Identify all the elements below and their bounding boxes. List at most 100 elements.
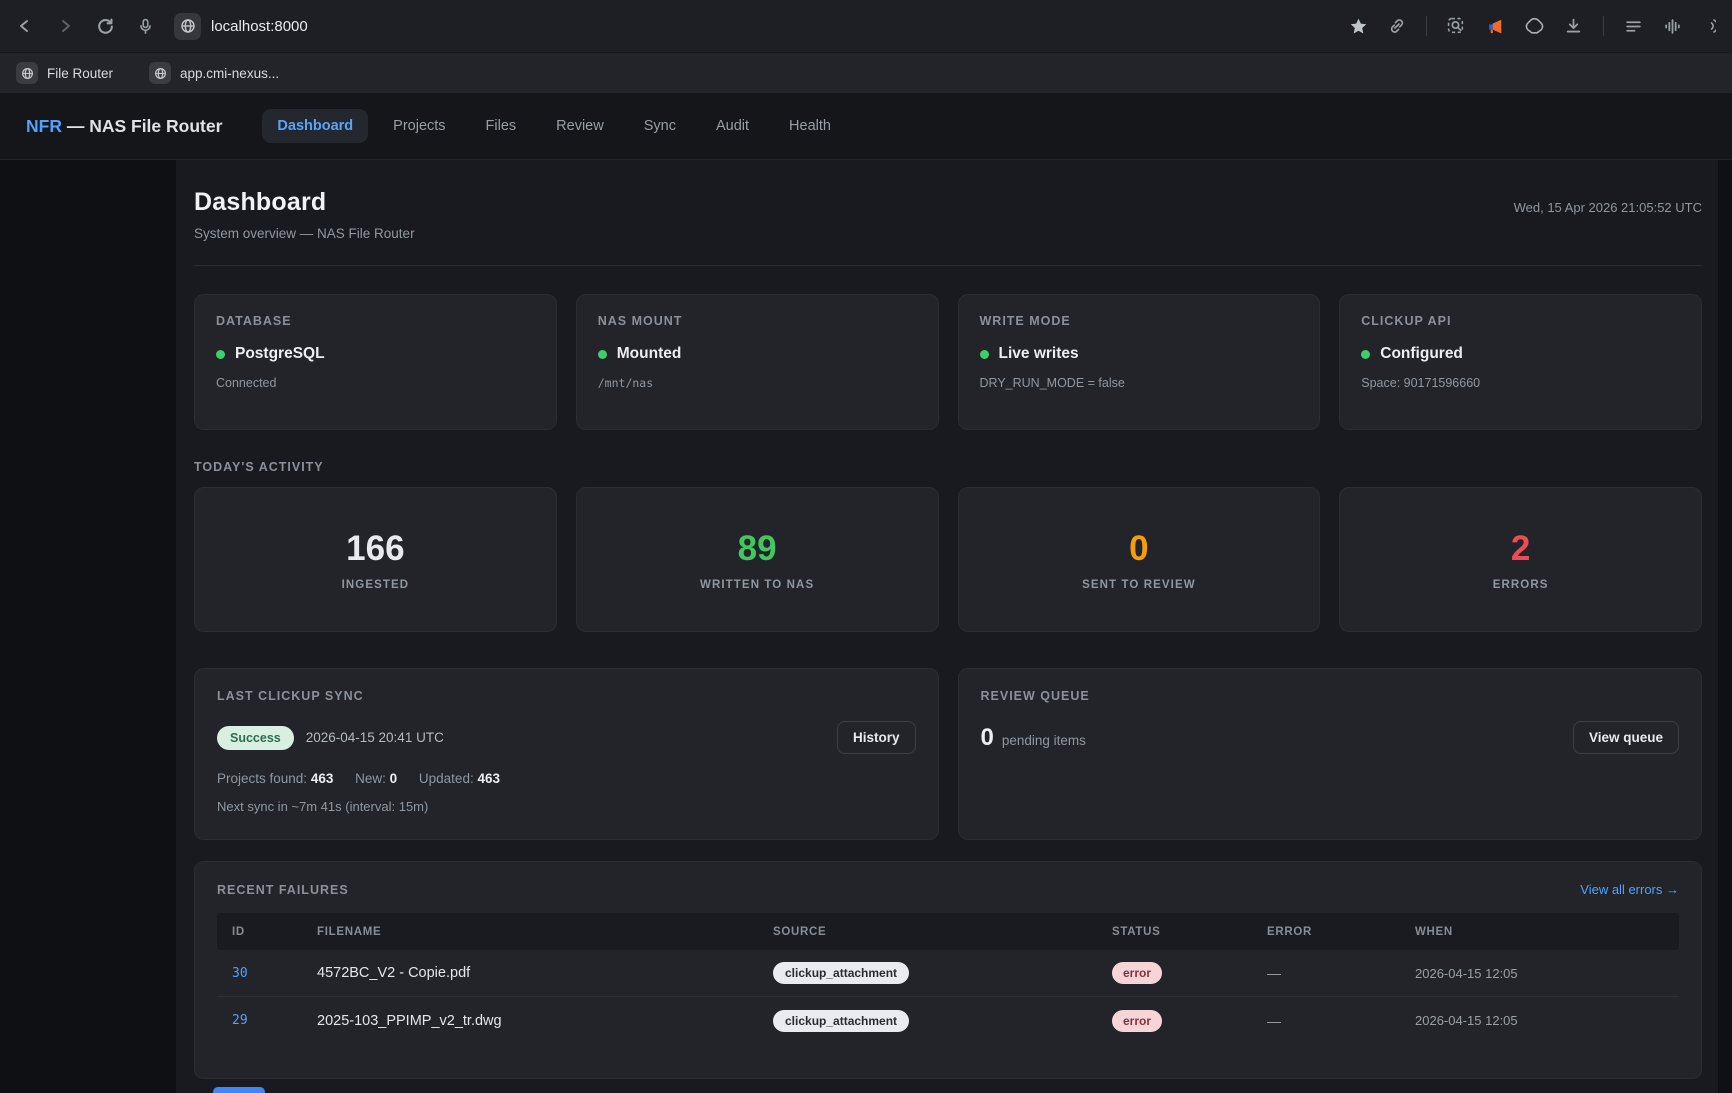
globe-icon bbox=[16, 62, 38, 84]
last-clickup-sync-card: LAST CLICKUP SYNC Success 2026-04-15 20:… bbox=[194, 668, 939, 840]
audio-eq-icon[interactable] bbox=[1663, 17, 1682, 36]
microphone-button[interactable] bbox=[137, 18, 154, 35]
col-error: ERROR bbox=[1252, 926, 1400, 938]
failure-id-link[interactable]: 29 bbox=[217, 1013, 302, 1028]
pending-count: 0 bbox=[981, 724, 994, 751]
view-queue-button[interactable]: View queue bbox=[1573, 721, 1679, 754]
site-globe-icon bbox=[174, 13, 201, 40]
stat-value: 89 bbox=[738, 529, 777, 569]
projects-found-value: 463 bbox=[311, 771, 334, 786]
reload-button[interactable] bbox=[96, 17, 115, 36]
view-all-errors-link[interactable]: View all errors → bbox=[1580, 882, 1679, 897]
status-detail: /mnt/nas bbox=[598, 376, 917, 390]
tab-health[interactable]: Health bbox=[774, 109, 846, 143]
stat-label: ERRORS bbox=[1493, 579, 1549, 591]
bottom-blue-indicator bbox=[213, 1087, 265, 1093]
app-brand: NFR — NAS File Router bbox=[26, 116, 222, 137]
main-area: Dashboard System overview — NAS File Rou… bbox=[0, 160, 1732, 1093]
download-icon[interactable] bbox=[1564, 17, 1583, 36]
status-cell: error bbox=[1097, 962, 1252, 984]
stat-card-ingested: 166 INGESTED bbox=[194, 487, 557, 632]
failure-when: 2026-04-15 12:05 bbox=[1400, 1013, 1679, 1028]
sync-timestamp: 2026-04-15 20:41 UTC bbox=[306, 730, 444, 745]
error-detail: — bbox=[1252, 1013, 1400, 1029]
tab-review[interactable]: Review bbox=[541, 109, 619, 143]
tab-files[interactable]: Files bbox=[471, 109, 532, 143]
bookmark-file-router[interactable]: File Router bbox=[16, 62, 113, 84]
utc-clock: Wed, 15 Apr 2026 21:05:52 UTC bbox=[1514, 200, 1702, 215]
extension-megaphone-icon[interactable] bbox=[1486, 17, 1505, 36]
failure-when: 2026-04-15 12:05 bbox=[1400, 966, 1679, 981]
status-card-database: DATABASE PostgreSQL Connected bbox=[194, 294, 557, 430]
failure-id-link[interactable]: 30 bbox=[217, 966, 302, 981]
card-label: NAS MOUNT bbox=[598, 314, 917, 328]
url-text[interactable]: localhost:8000 bbox=[211, 18, 308, 35]
copy-link-icon[interactable] bbox=[1388, 17, 1406, 35]
stat-label: SENT TO REVIEW bbox=[1082, 579, 1196, 591]
status-card-clickup-api: CLICKUP API Configured Space: 9017159666… bbox=[1339, 294, 1702, 430]
tab-projects[interactable]: Projects bbox=[378, 109, 460, 143]
find-in-page-icon[interactable] bbox=[1447, 17, 1466, 36]
col-source: SOURCE bbox=[758, 926, 1097, 938]
col-status: STATUS bbox=[1097, 926, 1252, 938]
updated-value: 463 bbox=[477, 771, 500, 786]
stat-card-written-to-nas: 89 WRITTEN TO NAS bbox=[576, 487, 939, 632]
status-value: Mounted bbox=[617, 345, 682, 363]
stat-label: WRITTEN TO NAS bbox=[700, 579, 814, 591]
section-label-activity: TODAY'S ACTIVITY bbox=[194, 460, 1702, 474]
bookmarks-bar: File Router app.cmi-nexus... bbox=[0, 52, 1732, 93]
pending-suffix: pending items bbox=[1002, 733, 1086, 748]
recent-failures-card: RECENT FAILURES View all errors → ID FIL… bbox=[194, 861, 1702, 1079]
status-cell: error bbox=[1097, 1010, 1252, 1032]
table-row: 30 4572BC_V2 - Copie.pdf clickup_attachm… bbox=[217, 950, 1679, 997]
activity-stats-row: 166 INGESTED 89 WRITTEN TO NAS 0 SENT TO… bbox=[194, 487, 1702, 632]
card-label: DATABASE bbox=[216, 314, 535, 328]
card-label: LAST CLICKUP SYNC bbox=[217, 689, 916, 703]
bookmark-star-icon[interactable] bbox=[1349, 17, 1368, 36]
card-label: REVIEW QUEUE bbox=[981, 689, 1680, 703]
tab-dashboard[interactable]: Dashboard bbox=[262, 109, 368, 143]
address-bar[interactable]: localhost:8000 bbox=[174, 13, 1349, 40]
app-navbar: NFR — NAS File Router Dashboard Projects… bbox=[0, 93, 1732, 160]
page-subtitle: System overview — NAS File Router bbox=[194, 226, 415, 241]
tab-sync[interactable]: Sync bbox=[629, 109, 691, 143]
back-button[interactable] bbox=[16, 17, 34, 35]
header-divider bbox=[194, 265, 1702, 266]
status-cards-row: DATABASE PostgreSQL Connected NAS MOUNT … bbox=[194, 294, 1702, 430]
nav-tabs: Dashboard Projects Files Review Sync Aud… bbox=[262, 109, 846, 143]
table-row: 29 2025-103_PPIMP_v2_tr.dwg clickup_atta… bbox=[217, 997, 1679, 1044]
source-badge: clickup_attachment bbox=[773, 962, 909, 984]
error-status-badge: error bbox=[1112, 962, 1162, 984]
status-value: Live writes bbox=[999, 345, 1079, 363]
status-detail: DRY_RUN_MODE = false bbox=[980, 376, 1299, 390]
status-detail: Space: 90171596660 bbox=[1361, 376, 1680, 390]
projects-found-label: Projects found: bbox=[217, 771, 311, 786]
status-card-write-mode: WRITE MODE Live writes DRY_RUN_MODE = fa… bbox=[958, 294, 1321, 430]
sync-stats-line: Projects found: 463 New: 0 Updated: 463 bbox=[217, 771, 916, 786]
bookmark-app-cmi-nexus[interactable]: app.cmi-nexus... bbox=[149, 62, 279, 84]
toolbar-separator bbox=[1603, 16, 1604, 36]
status-detail: Connected bbox=[216, 376, 535, 390]
extension-shape-icon[interactable] bbox=[1525, 17, 1544, 36]
error-status-badge: error bbox=[1112, 1010, 1162, 1032]
stat-value: 0 bbox=[1129, 529, 1148, 569]
bookmark-label: File Router bbox=[47, 66, 113, 81]
stat-label: INGESTED bbox=[342, 579, 410, 591]
source-badge: clickup_attachment bbox=[773, 1010, 909, 1032]
status-dot-green bbox=[1361, 350, 1370, 359]
stat-value: 2 bbox=[1511, 529, 1530, 569]
status-value: Configured bbox=[1380, 345, 1463, 363]
failure-filename: 2025-103_PPIMP_v2_tr.dwg bbox=[302, 1013, 758, 1029]
failure-filename: 4572BC_V2 - Copie.pdf bbox=[302, 965, 758, 981]
tab-audit[interactable]: Audit bbox=[701, 109, 764, 143]
stat-card-errors: 2 ERRORS bbox=[1339, 487, 1702, 632]
stat-card-sent-to-review: 0 SENT TO REVIEW bbox=[958, 487, 1321, 632]
updated-label: Updated: bbox=[419, 771, 478, 786]
reading-list-icon[interactable] bbox=[1624, 17, 1643, 36]
status-card-nas-mount: NAS MOUNT Mounted /mnt/nas bbox=[576, 294, 939, 430]
success-badge: Success bbox=[217, 726, 294, 750]
sync-review-row: LAST CLICKUP SYNC Success 2026-04-15 20:… bbox=[194, 668, 1702, 840]
forward-button[interactable] bbox=[56, 17, 74, 35]
history-button[interactable]: History bbox=[837, 721, 916, 754]
source-cell: clickup_attachment bbox=[758, 1010, 1097, 1032]
